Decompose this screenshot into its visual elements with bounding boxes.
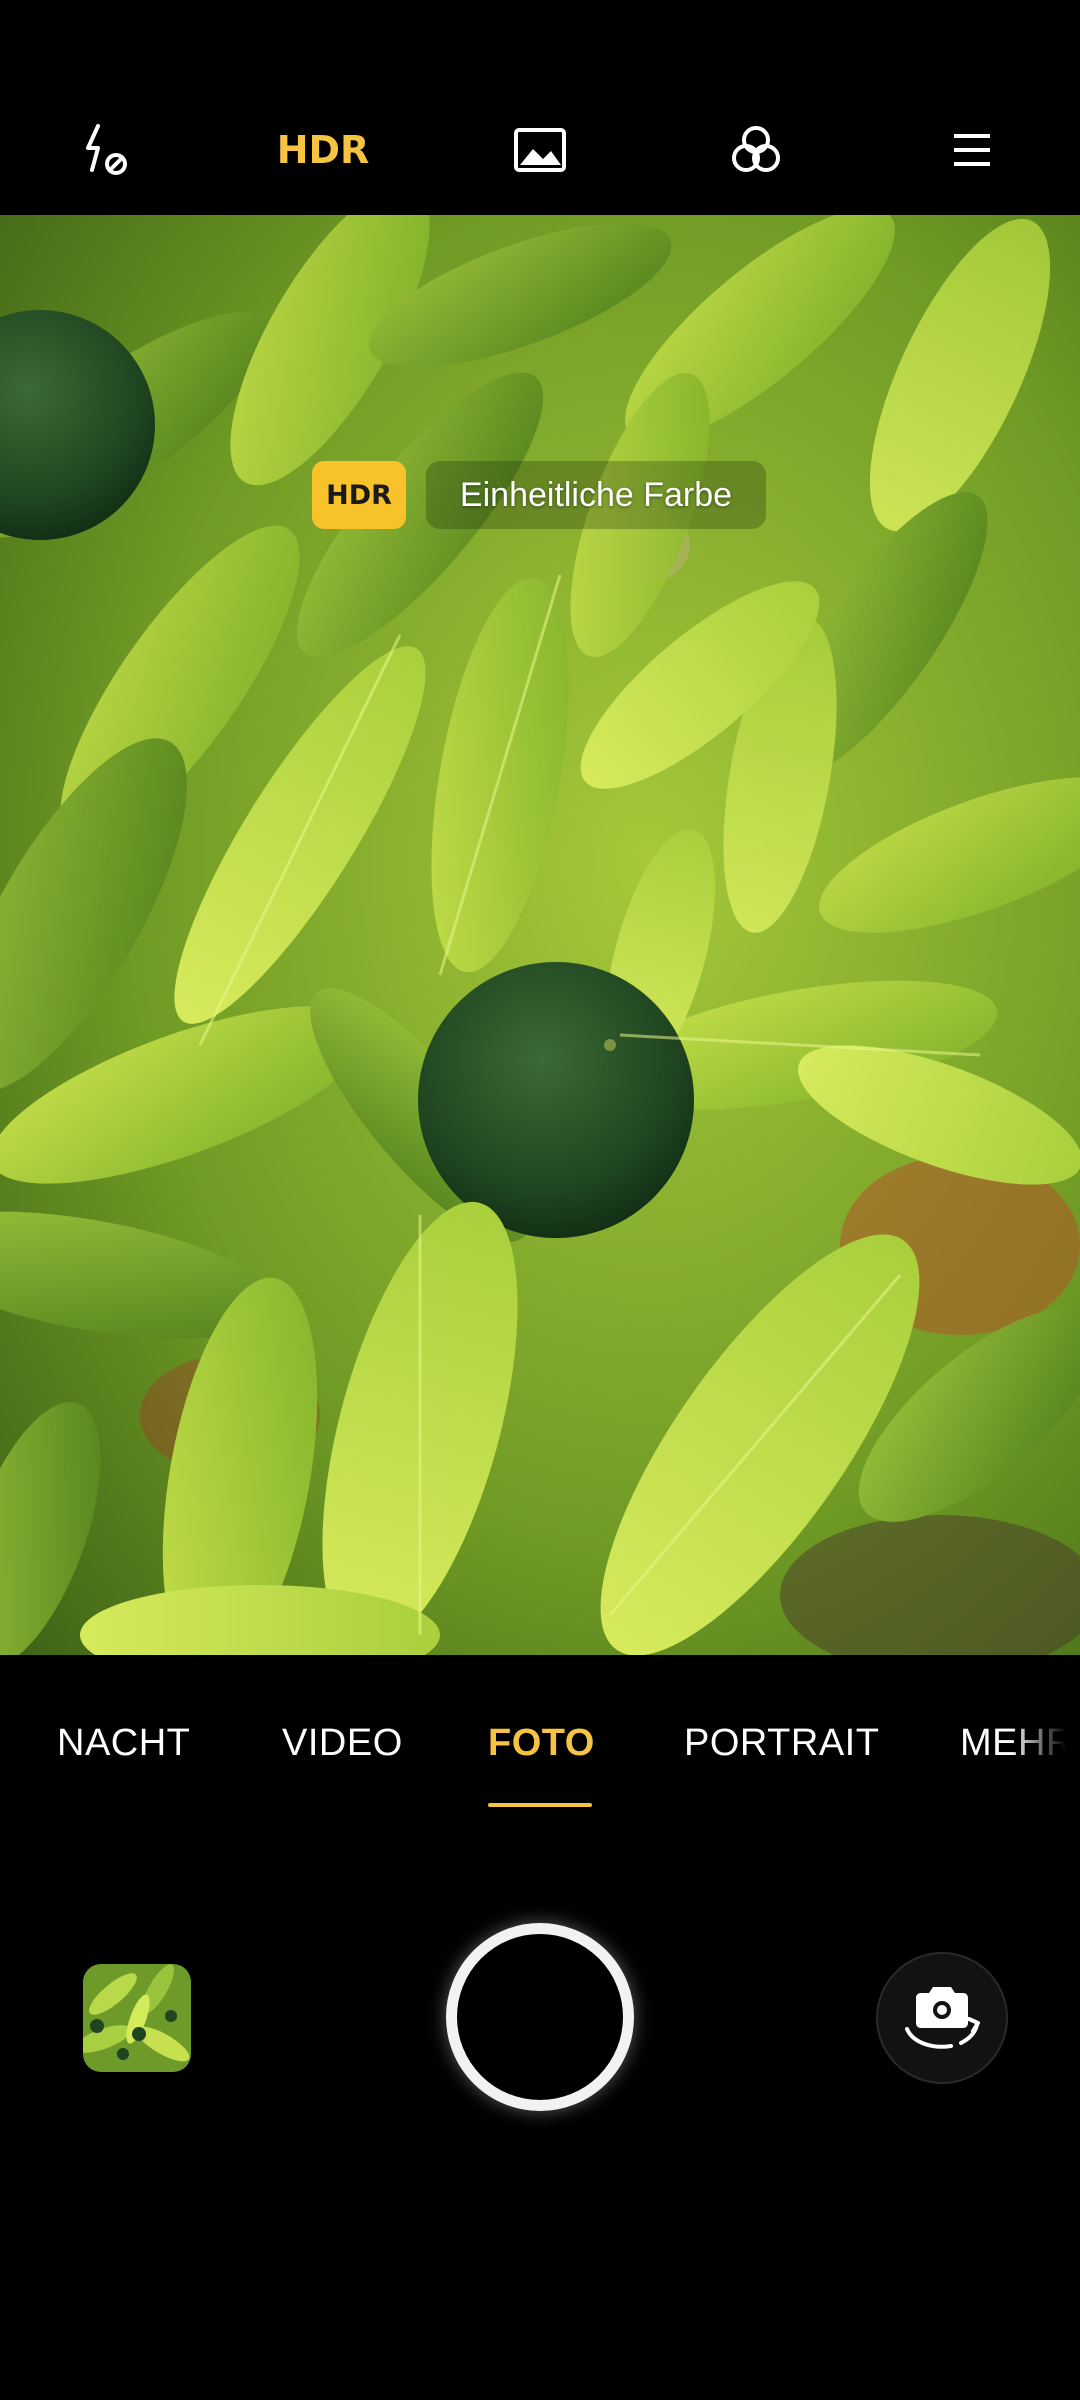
scene-detection-label[interactable]: Einheitliche Farbe [426,461,766,529]
camera-mode-bar: NACHT VIDEO FOTO PORTRAIT MEHR [0,1655,1080,1855]
switch-camera-button[interactable] [876,1952,1008,2084]
hdr-active-badge: HDR [312,461,406,529]
filter-button[interactable] [706,110,806,190]
flash-button[interactable] [58,110,158,190]
mode-portrait[interactable]: PORTRAIT [684,1722,879,1765]
last-photo-thumbnail[interactable] [83,1964,191,2072]
mode-night[interactable]: NACHT [57,1722,190,1765]
switch-camera-icon [905,1987,980,2049]
viewfinder-preview-image [0,215,1080,1655]
hdr-label: HDR [276,128,370,172]
filter-icon [732,126,780,172]
shutter-button[interactable] [446,1923,634,2111]
flash-auto-icon [86,124,127,175]
menu-icon [954,134,990,166]
camera-viewfinder[interactable]: HDR Einheitliche Farbe 2X [0,215,1080,1655]
mode-video[interactable]: VIDEO [282,1722,403,1765]
mode-bar-fade [1010,1705,1080,1785]
thumbnail-image [83,1964,191,2072]
hdr-toggle-button[interactable]: HDR [273,110,373,190]
gallery-icon [514,128,566,172]
gallery-button[interactable] [490,110,590,190]
menu-button[interactable] [922,110,1022,190]
mode-photo[interactable]: FOTO [488,1722,595,1765]
active-mode-indicator [488,1803,592,1807]
top-toolbar: HDR [0,0,1080,215]
